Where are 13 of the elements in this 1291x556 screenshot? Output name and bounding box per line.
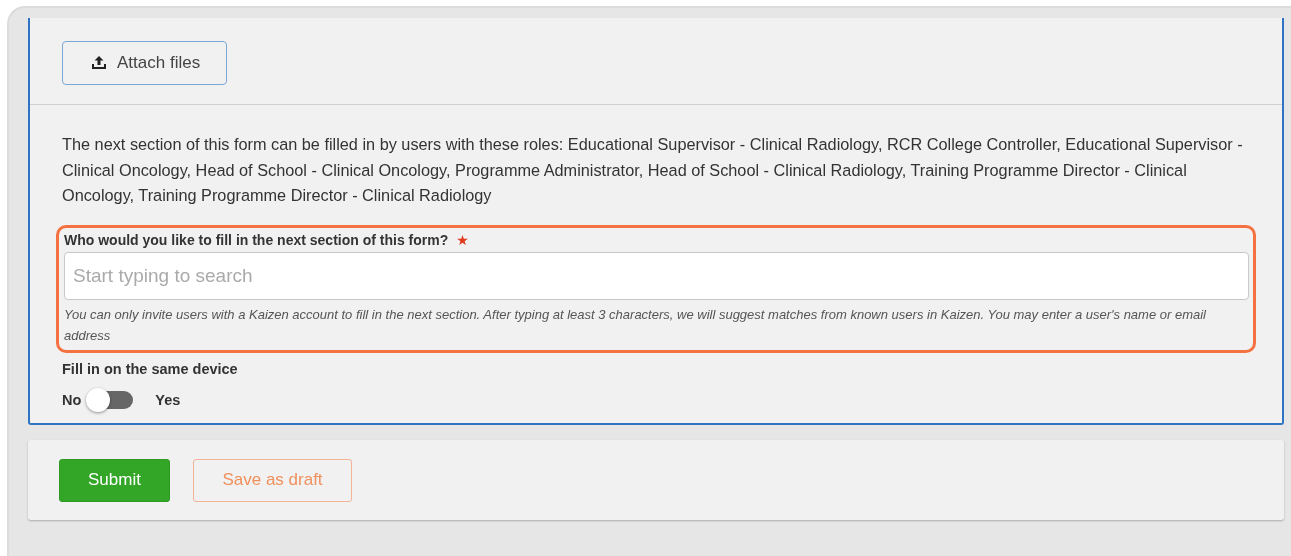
- submit-button[interactable]: Submit: [59, 458, 170, 502]
- toggle-off-label: No: [62, 391, 82, 408]
- help-text: You can only invite users with a Kaizen account to fill in the next section. After typing at least 3 characters, we will suggest matches from known users in Kaizen. You may enter a user's name or email address: [64, 305, 1207, 345]
- upload-icon: [91, 56, 107, 70]
- toggle-label: Fill in on the same device: [62, 360, 239, 377]
- toggle-switch[interactable]: [89, 390, 134, 409]
- toggle-on-label: Yes: [155, 391, 181, 408]
- roles-text: The next section of this form can be filled in by users with these roles: Educational Supervisor - Clinical Radiology, RCR College Controller, Educational Supervisor - Clinical Oncology, Head of School - Clinical Oncology, Programme Administrator, Head of School - Clinical Radiology, Training Programme Director - Clinical Oncology, Training Programme Director - Clinical Radiology: [62, 134, 1244, 206]
- search-field[interactable]: Start typing to search: [64, 251, 1249, 300]
- attach-files-button[interactable]: Attach files: [62, 41, 228, 85]
- field-label: Who would you like to fill in the next section of this form?: [64, 231, 449, 248]
- save-draft-button[interactable]: Save as draft: [193, 458, 352, 502]
- required-mark: ★: [456, 231, 469, 248]
